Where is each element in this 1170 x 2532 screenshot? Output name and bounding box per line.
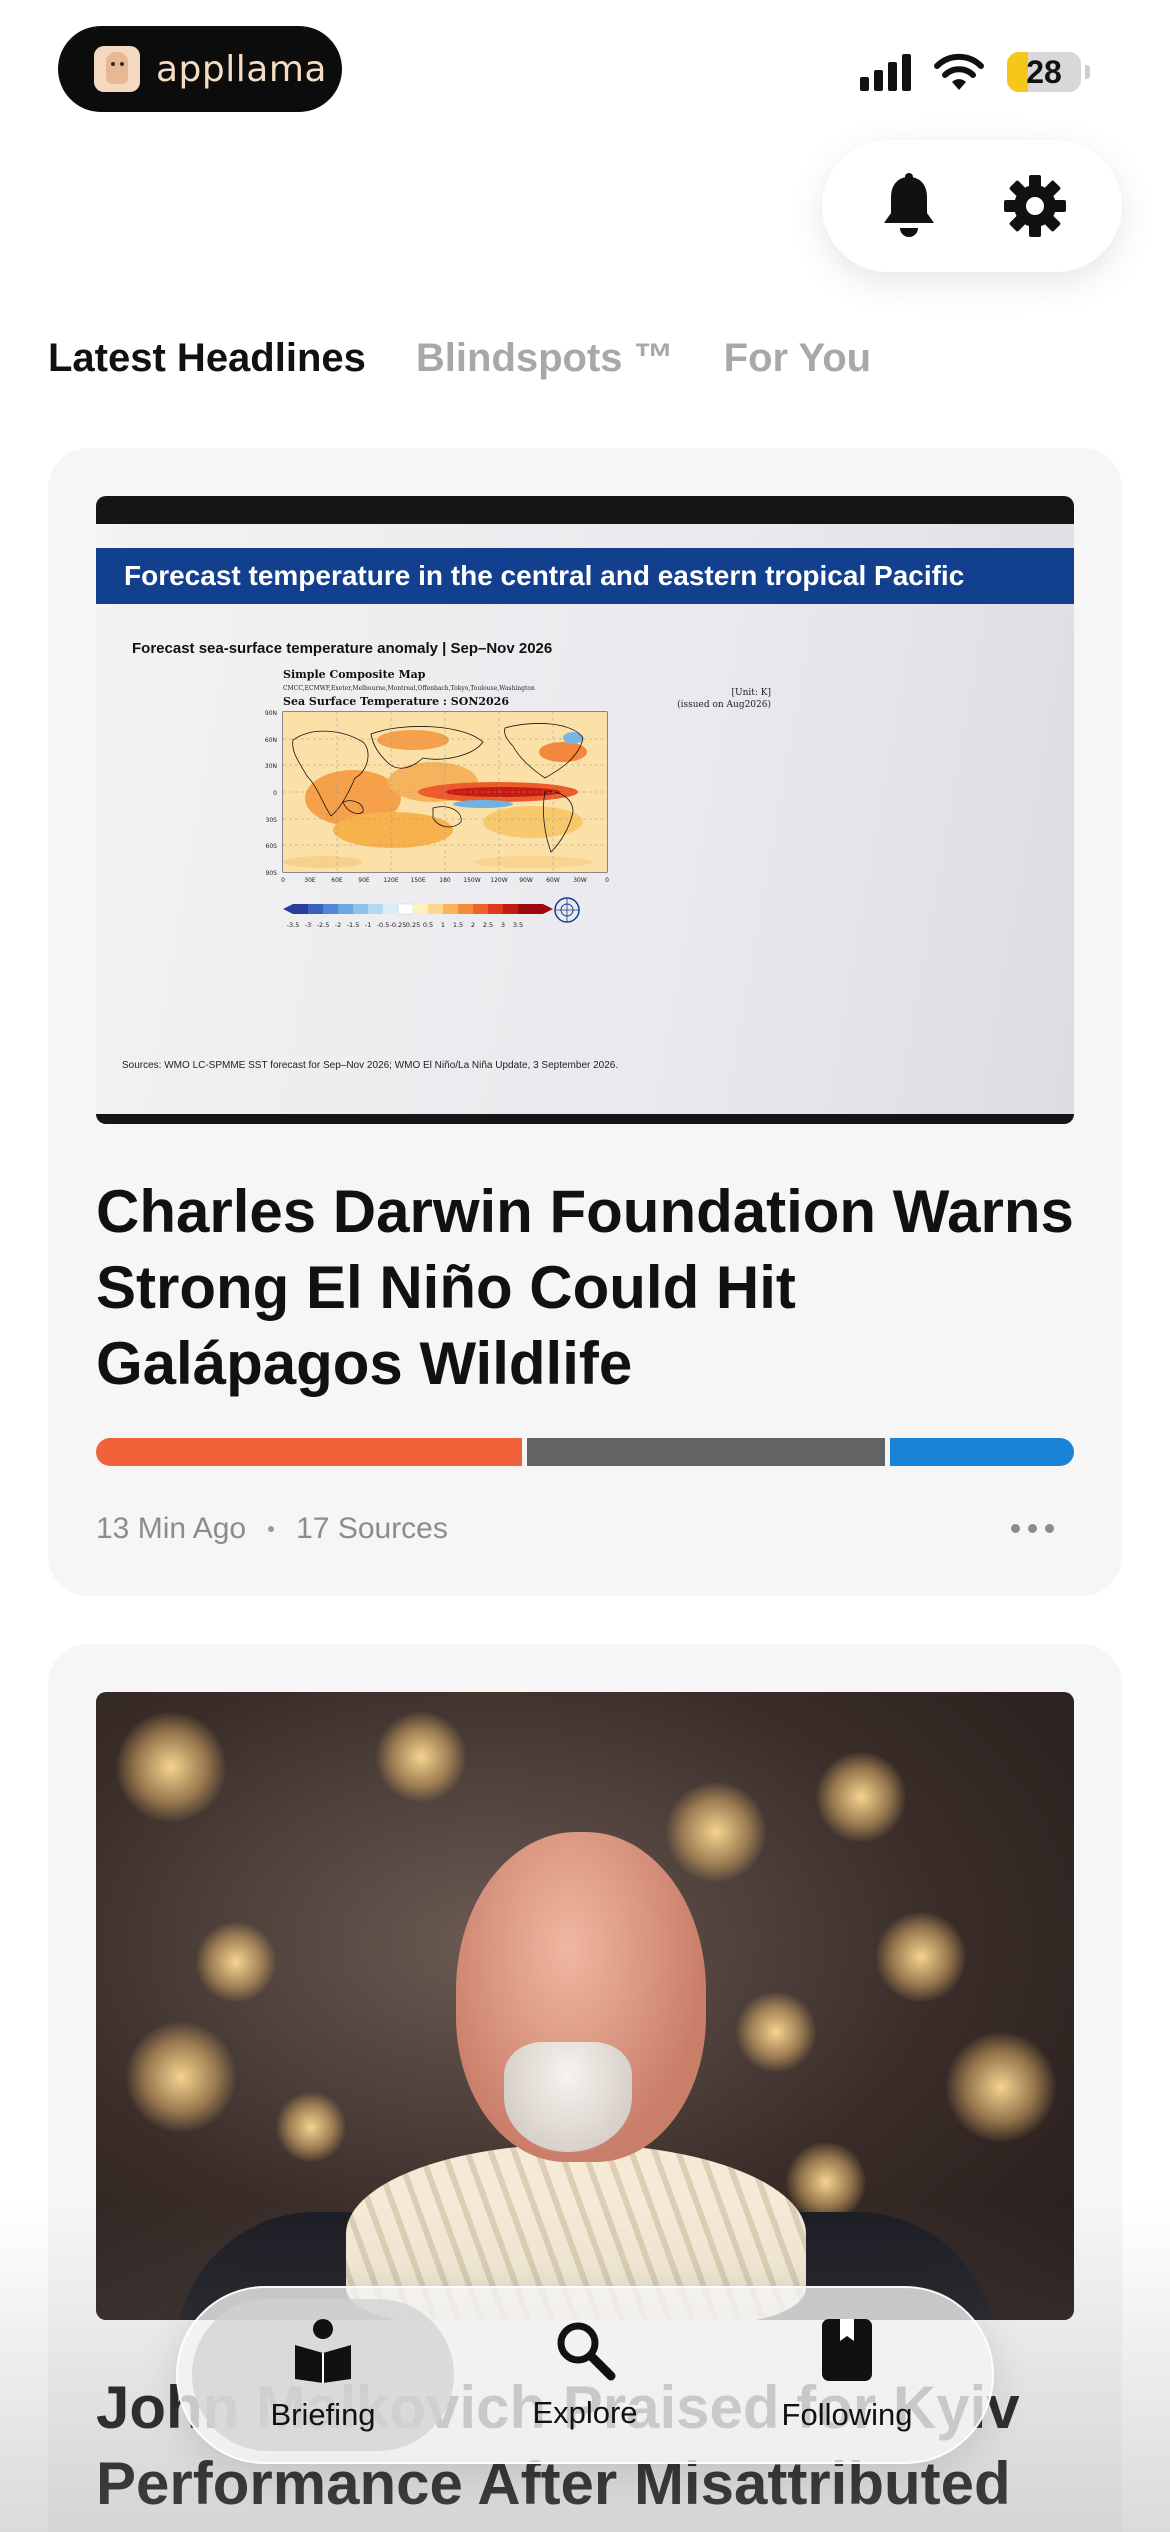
bell-icon [884,173,934,237]
svg-text:150W: 150W [463,877,480,884]
nav-following[interactable]: Following [716,2299,978,2451]
colour-scale [283,903,553,915]
search-icon [557,2322,616,2381]
svg-text:150E: 150E [410,877,425,884]
svg-text:90N: 90N [265,710,277,717]
svg-text:-2.5: -2.5 [317,921,330,929]
llama-icon [94,46,140,92]
battery-level: 28 [1026,53,1062,90]
svg-text:60S: 60S [266,843,278,850]
header-actions [822,140,1122,272]
map-title: Simple Composite Map [283,668,426,681]
svg-text:-3: -3 [305,921,311,929]
bookmark-icon [822,2319,872,2381]
nav-briefing-label: Briefing [270,2397,376,2432]
story-card[interactable]: Forecast temperature in the central and … [48,448,1122,1596]
svg-text:60N: 60N [265,737,277,744]
tab-blindspots[interactable]: Blindspots ™ [416,336,674,381]
svg-text:0.5: 0.5 [423,921,433,929]
map-unit: [Unit: K] [731,688,771,698]
lat-labels: 90N 60N 30N 0 30S 60S 90S [265,710,277,877]
svg-text:-3.5: -3.5 [287,921,300,929]
svg-text:30N: 30N [265,763,277,770]
svg-text:3: 3 [501,921,505,929]
wifi-icon [934,53,984,90]
ellipsis-icon [1011,1524,1020,1533]
svg-text:1: 1 [441,921,445,929]
svg-text:90W: 90W [519,877,533,884]
app-logo-pill[interactable]: appllama [58,26,342,112]
tab-latest-headlines[interactable]: Latest Headlines [48,336,366,381]
bias-left-segment [96,1438,522,1466]
svg-text:2: 2 [471,921,475,929]
wmo-emblem-icon [554,897,580,923]
battery-indicator: 28 [1007,52,1081,92]
svg-text:0: 0 [605,877,609,884]
nav-explore[interactable]: Explore [454,2299,716,2451]
reader-icon [295,2319,351,2383]
feed-tabs: Latest Headlines Blindspots ™ For You [48,336,871,381]
story-sources[interactable]: 17 Sources [296,1512,448,1546]
forecast-slide: Forecast temperature in the central and … [96,524,1074,1114]
svg-text:60E: 60E [331,877,343,884]
story-meta: 13 Min Ago 17 Sources [96,1512,448,1546]
svg-text:3.5: 3.5 [513,921,523,929]
svg-text:0: 0 [273,790,277,797]
story-image[interactable]: Forecast temperature in the central and … [96,496,1074,1124]
map-subtitle: Sea Surface Temperature : SON2026 [283,695,509,708]
map-centres: CMCC,ECMWF,Exeter,Melbourne,Montreal,Off… [283,685,535,692]
meta-separator [268,1526,275,1532]
settings-button[interactable] [995,166,1075,246]
story-time: 13 Min Ago [96,1512,247,1545]
svg-text:30E: 30E [304,877,316,884]
bottom-navigation: Briefing Explore Following [176,2286,994,2464]
story-photo[interactable] [96,1692,1074,2320]
sst-anomaly-map: Simple Composite Map CMCC,ECMWF,Exeter,M… [265,668,771,929]
story-headline[interactable]: Charles Darwin Foundation Warns Strong E… [96,1174,1076,1402]
svg-text:1.5: 1.5 [453,921,463,929]
svg-text:90E: 90E [358,877,370,884]
svg-text:0: 0 [281,877,285,884]
gear-icon [1004,175,1066,237]
map-sources: Sources: WMO LC-SPMME SST forecast for S… [122,1060,619,1071]
svg-text:90S: 90S [266,870,278,877]
map-issued: (issued on Aug2026) [677,699,771,710]
svg-text:120E: 120E [383,877,398,884]
svg-text:30W: 30W [573,877,587,884]
svg-text:-0.25: -0.25 [390,921,407,929]
nav-following-label: Following [781,2397,913,2432]
bias-right-segment [890,1438,1074,1466]
slide-subtitle: Forecast sea-surface temperature anomaly… [132,640,553,657]
svg-text:120W: 120W [490,877,507,884]
bias-distribution-bar [96,1438,1074,1466]
svg-text:0.25: 0.25 [406,921,420,929]
scale-labels: -3.5 -3 -2.5 -2 -1.5 -1 -0.5 -0.25 0.25 … [287,921,524,929]
svg-text:2.5: 2.5 [483,921,493,929]
nav-explore-label: Explore [532,2395,638,2430]
bias-center-segment [526,1438,886,1466]
lon-labels: 0 30E 60E 90E 120E 150E 180 150W 120W 90… [281,877,609,884]
svg-text:-1.5: -1.5 [347,921,360,929]
battery-cap [1085,65,1090,79]
more-options-button[interactable] [1011,1524,1054,1533]
svg-text:-2: -2 [335,921,341,929]
app-logo-text: appllama [156,48,327,90]
svg-text:-0.5: -0.5 [377,921,390,929]
nav-briefing[interactable]: Briefing [192,2299,454,2451]
svg-text:30S: 30S [266,817,278,824]
svg-text:180: 180 [439,877,451,884]
svg-text:60W: 60W [546,877,560,884]
status-bar: 28 [860,52,1090,92]
portrait-beard [504,2042,632,2152]
slide-title: Forecast temperature in the central and … [96,548,1074,604]
cellular-signal-icon [860,53,911,91]
tab-for-you[interactable]: For You [724,336,871,381]
svg-text:-1: -1 [365,921,371,929]
notifications-button[interactable] [869,166,949,246]
